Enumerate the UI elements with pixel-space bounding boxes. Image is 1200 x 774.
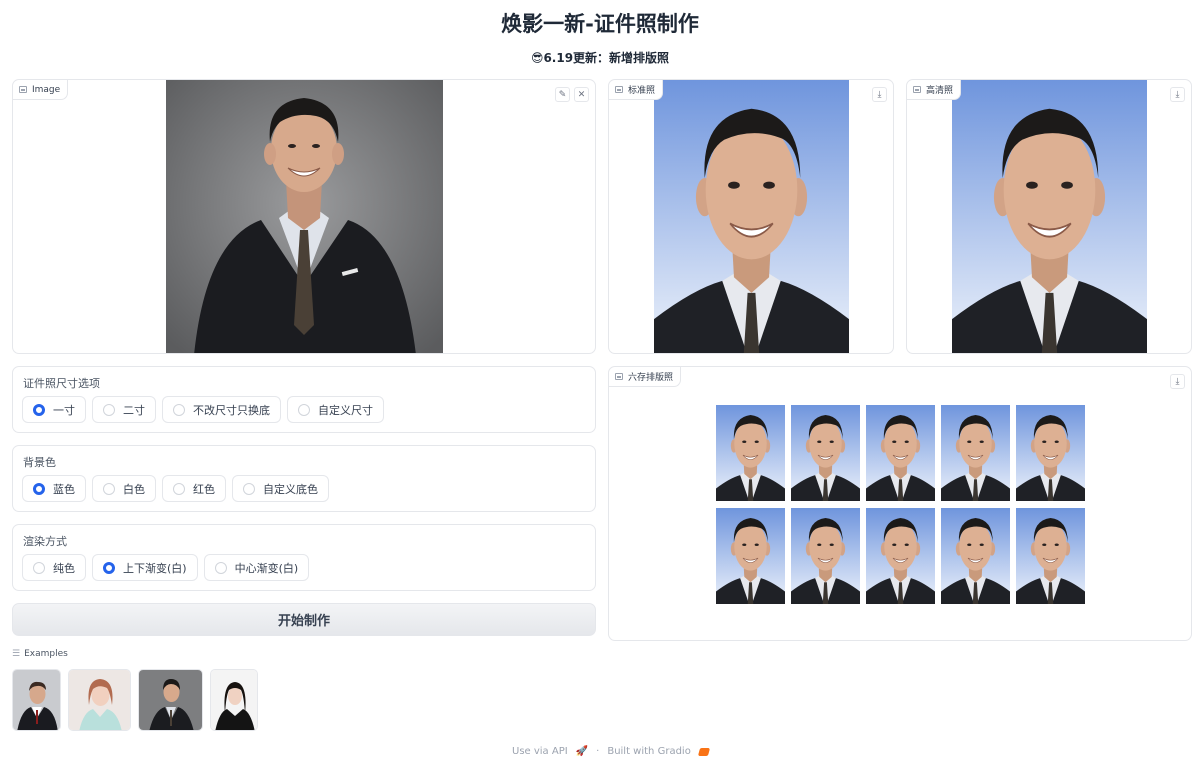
layout-photo-tile: [791, 405, 860, 501]
radio-indicator: [33, 482, 45, 495]
layout-photo-tile: [941, 405, 1010, 501]
radio-indicator: [33, 403, 45, 416]
download-icon[interactable]: ⤓: [1170, 374, 1185, 389]
radio-indicator: [214, 561, 227, 574]
radio-indicator: [103, 561, 115, 574]
radio-bg-white[interactable]: 白色: [92, 475, 156, 502]
uploaded-photo: [166, 80, 443, 353]
footer-separator: ·: [596, 746, 600, 757]
background-radio-group: 蓝色 白色 红色 自定义底色: [22, 475, 329, 502]
radio-indicator: [103, 403, 115, 416]
pencil-icon[interactable]: ✎: [555, 87, 570, 102]
hd-photo-panel: 高清照 ⤓: [906, 79, 1192, 354]
layout-photo-tile: [866, 405, 935, 501]
start-button[interactable]: 开始制作: [12, 603, 596, 636]
radio-render-vertical-gradient[interactable]: 上下渐变(白): [92, 554, 198, 581]
layout-photo-tile: [941, 508, 1010, 604]
standard-photo: [653, 80, 850, 353]
layout-photo-tile: [866, 508, 935, 604]
render-mode-label: 渲染方式: [23, 535, 67, 548]
example-thumb-1[interactable]: [12, 669, 61, 731]
example-thumb-4[interactable]: [210, 669, 258, 731]
layout-photo-tile: [716, 508, 785, 604]
radio-bg-custom[interactable]: 自定义底色: [232, 475, 329, 502]
layout-photo-tile: [1016, 508, 1085, 604]
download-icon[interactable]: ⤓: [872, 87, 887, 102]
size-options-label: 证件照尺寸选项: [23, 377, 100, 390]
render-radio-group: 纯色 上下渐变(白) 中心渐变(白): [22, 554, 310, 581]
examples-label: ☰ Examples: [12, 649, 68, 659]
image-icon: [615, 373, 623, 380]
radio-size-keep[interactable]: 不改尺寸只换底: [162, 396, 281, 423]
image-icon: [615, 86, 623, 93]
image-input-panel[interactable]: Image ✎ ✕: [12, 79, 596, 354]
layout-photo-tile: [791, 508, 860, 604]
radio-indicator: [103, 482, 115, 495]
image-icon: [19, 86, 27, 93]
layout-photo-sheet: [716, 405, 1086, 604]
standard-photo-panel: 标准照 ⤓: [608, 79, 894, 354]
standard-photo-label: 标准照: [609, 80, 664, 100]
close-icon[interactable]: ✕: [574, 87, 589, 102]
gradio-link[interactable]: Built with Gradio: [607, 746, 690, 757]
gradio-logo-icon: [697, 747, 710, 756]
hd-photo: [951, 80, 1148, 353]
download-icon[interactable]: ⤓: [1170, 87, 1185, 102]
layout-photo-tile: [1016, 405, 1085, 501]
radio-render-solid[interactable]: 纯色: [22, 554, 86, 581]
render-mode-group: 渲染方式 纯色 上下渐变(白) 中心渐变(白): [12, 524, 596, 591]
radio-size-two-inch[interactable]: 二寸: [92, 396, 156, 423]
radio-indicator: [33, 561, 45, 574]
layout-photo-label: 六存排版照: [609, 367, 682, 387]
background-color-group: 背景色 蓝色 白色 红色 自定义底色: [12, 445, 596, 512]
example-thumb-3[interactable]: [138, 669, 203, 731]
size-radio-group: 一寸 二寸 不改尺寸只换底 自定义尺寸: [22, 396, 384, 423]
example-thumb-2[interactable]: [68, 669, 131, 731]
radio-indicator: [243, 482, 255, 495]
layout-photo-tile: [716, 405, 785, 501]
background-color-label: 背景色: [23, 456, 56, 469]
size-options-group: 证件照尺寸选项 一寸 二寸 不改尺寸只换底 自定义尺寸: [12, 366, 596, 433]
update-note: 😎6.19更新：新增排版照: [530, 51, 670, 65]
hd-photo-label: 高清照: [907, 80, 962, 100]
rocket-icon: 🚀: [575, 746, 589, 757]
radio-size-one-inch[interactable]: 一寸: [22, 396, 86, 423]
radio-indicator: [173, 482, 185, 495]
radio-size-custom[interactable]: 自定义尺寸: [287, 396, 384, 423]
api-link[interactable]: Use via API: [512, 746, 568, 757]
page-title: 焕影一新-证件照制作: [501, 12, 699, 36]
layout-photo-panel: 六存排版照 ⤓: [608, 366, 1192, 641]
radio-indicator: [173, 403, 185, 416]
radio-indicator: [298, 403, 310, 416]
footer: Use via API 🚀 · Built with Gradio: [512, 746, 710, 757]
list-icon: ☰: [12, 649, 21, 659]
image-input-label: Image: [13, 80, 69, 100]
image-icon: [913, 86, 921, 93]
radio-bg-red[interactable]: 红色: [162, 475, 226, 502]
radio-render-center-gradient[interactable]: 中心渐变(白): [203, 554, 310, 581]
radio-bg-blue[interactable]: 蓝色: [22, 475, 86, 502]
